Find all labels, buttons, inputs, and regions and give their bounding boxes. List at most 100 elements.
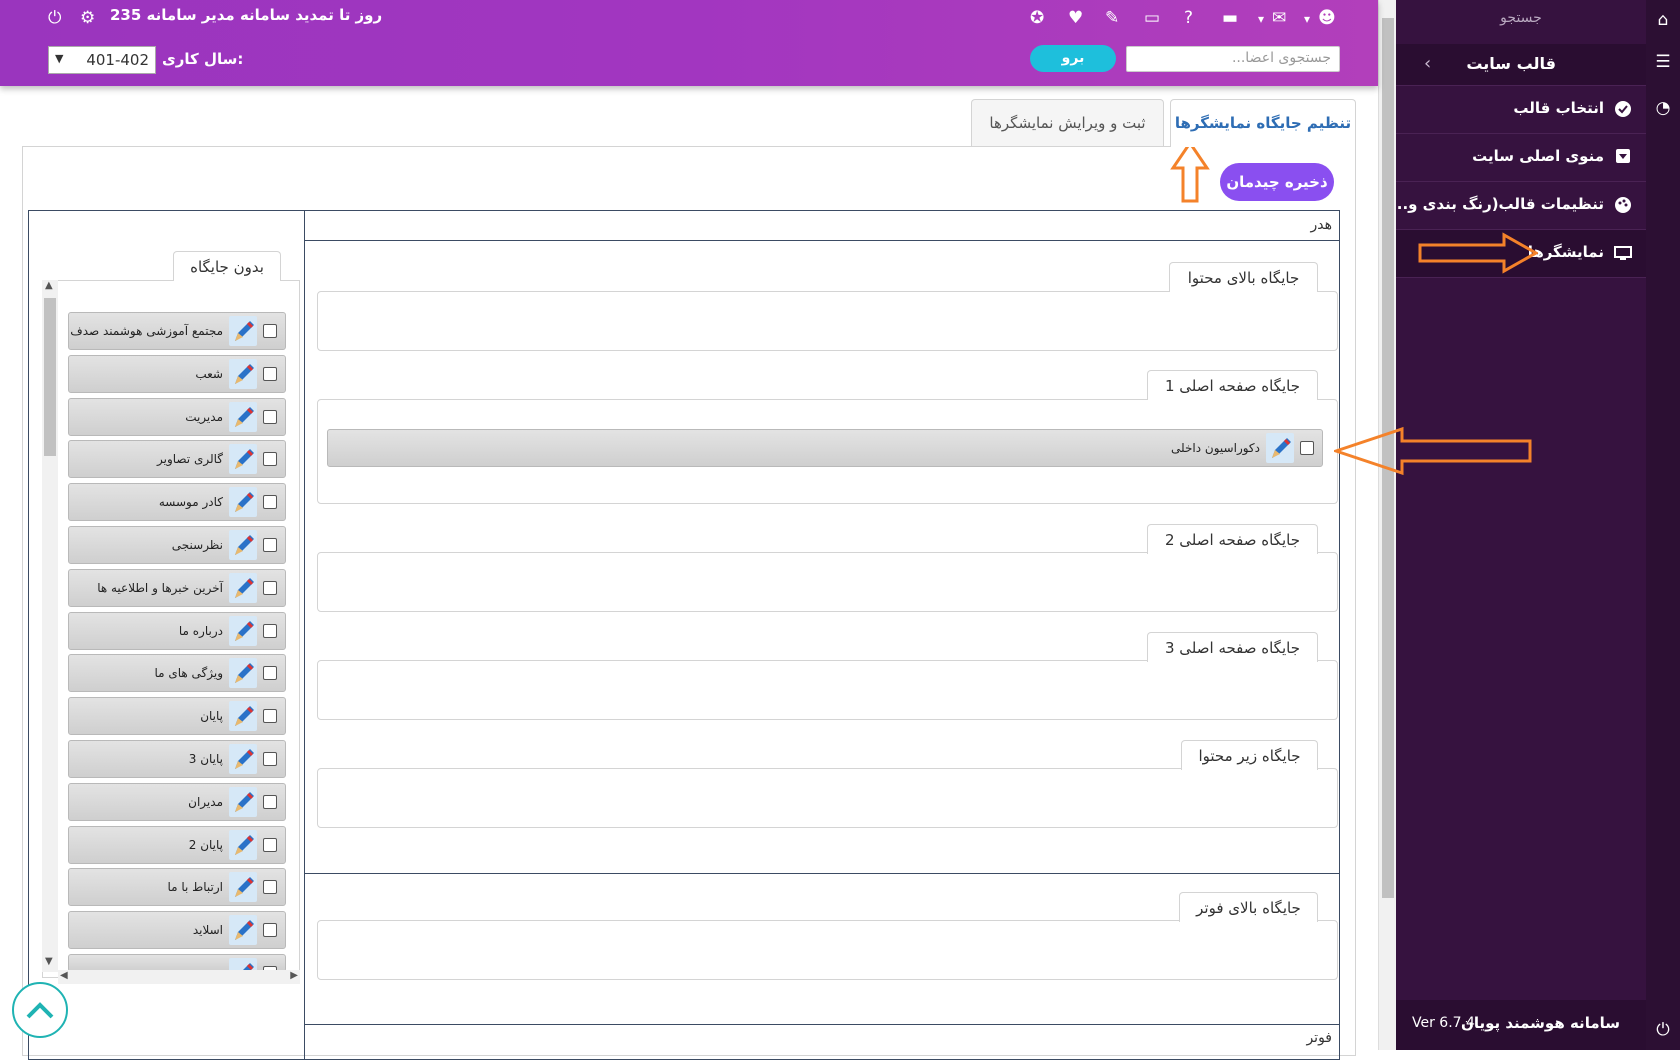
unassigned-widget[interactable]: کادر موسسه bbox=[68, 483, 286, 522]
widget-checkbox[interactable] bbox=[263, 880, 277, 895]
unassigned-hscrollbar[interactable]: ◀ ▶ bbox=[58, 970, 300, 984]
unassigned-scrollbar[interactable]: ▲ ▼ bbox=[42, 280, 58, 972]
pencil-icon[interactable] bbox=[229, 744, 257, 774]
scroll-up-icon[interactable]: ▲ bbox=[45, 280, 53, 291]
slot-tab-above-content: جایگاه بالای محتوا bbox=[1169, 262, 1318, 292]
page-scrollbar[interactable] bbox=[1378, 0, 1396, 1050]
dashboard-icon[interactable]: ◔ bbox=[1646, 98, 1680, 118]
header-band-divider bbox=[304, 240, 1340, 241]
pencil-icon[interactable] bbox=[229, 615, 257, 646]
help-icon[interactable]: ? bbox=[1184, 8, 1193, 28]
widget-checkbox[interactable] bbox=[263, 923, 277, 938]
unassigned-widget[interactable]: گالری تصاویر bbox=[68, 440, 286, 479]
unassigned-widget[interactable]: پایان 3 bbox=[68, 740, 286, 778]
pencil-icon[interactable] bbox=[229, 786, 257, 817]
go-button[interactable]: برو bbox=[1030, 45, 1116, 72]
unassigned-widget[interactable]: اسلاید bbox=[68, 911, 286, 950]
unassigned-tab: بدون جایگاه bbox=[173, 251, 281, 281]
work-year-value: 401-402 bbox=[86, 51, 149, 69]
unassigned-widget[interactable]: مجتمع آموزشی هوشمند صدف bbox=[68, 312, 286, 350]
slot-tab-below-content: جایگاه زیر محتوا bbox=[1181, 740, 1318, 770]
unassigned-widget[interactable]: درباره ما bbox=[68, 611, 286, 650]
scroll-left-icon[interactable]: ◀ bbox=[60, 970, 68, 981]
caret-down-icon[interactable]: ▾ bbox=[1258, 12, 1264, 26]
pencil-icon[interactable] bbox=[229, 530, 257, 560]
pencil-icon[interactable] bbox=[229, 572, 257, 603]
unassigned-widget[interactable]: مدیران bbox=[68, 782, 286, 821]
power-icon[interactable]: ⏻ bbox=[48, 8, 61, 28]
folder-icon[interactable]: ▬ bbox=[1222, 8, 1238, 28]
widget-checkbox[interactable] bbox=[263, 709, 277, 724]
widget-label: ارتباط با ما bbox=[167, 880, 223, 895]
envelope-icon[interactable]: ✉ bbox=[1272, 8, 1286, 28]
slot-above-content[interactable] bbox=[317, 291, 1338, 351]
slot-below-content[interactable] bbox=[317, 768, 1338, 828]
sidebar-item-main-menu[interactable]: منوی اصلی سایت bbox=[1396, 134, 1646, 182]
pencil-icon[interactable] bbox=[1266, 433, 1294, 463]
power-icon[interactable]: ⏻ bbox=[1646, 1020, 1680, 1040]
annotation-arrow-right-icon bbox=[1418, 232, 1538, 274]
widget-checkbox[interactable] bbox=[263, 623, 277, 638]
sidebar-search-label[interactable]: جستجو bbox=[1396, 10, 1646, 26]
slot-above-footer[interactable] bbox=[317, 920, 1338, 980]
sidebar-item-select-template[interactable]: انتخاب قالب bbox=[1396, 86, 1646, 134]
edit-icon[interactable]: ✎ bbox=[1105, 8, 1119, 28]
unassigned-widget[interactable]: ارتباط با ما bbox=[68, 868, 286, 907]
scrollbar-thumb[interactable] bbox=[44, 298, 56, 456]
widget-label: دکوراسیون داخلی bbox=[1171, 441, 1260, 455]
sidebar-section-header[interactable]: قالب سایت ‹ bbox=[1396, 44, 1646, 86]
widget-label: مجتمع آموزشی هوشمند صدف bbox=[70, 324, 223, 338]
slot-home-3[interactable] bbox=[317, 660, 1338, 720]
slot-home-2[interactable] bbox=[317, 552, 1338, 612]
pencil-icon[interactable] bbox=[229, 872, 257, 903]
slot-tab-home-2: جایگاه صفحه اصلی 2 bbox=[1147, 524, 1318, 554]
back-to-top-button[interactable] bbox=[12, 982, 68, 1038]
widget-checkbox[interactable] bbox=[263, 366, 277, 381]
member-search-input[interactable]: جستجوی اعضا... bbox=[1126, 46, 1340, 72]
widget-interior-decoration[interactable]: دکوراسیون داخلی bbox=[327, 429, 1323, 467]
unassigned-widget[interactable]: پایان bbox=[68, 697, 286, 736]
unassigned-widget[interactable]: شعب bbox=[68, 354, 286, 393]
unassigned-widget[interactable]: ویژگی های ما bbox=[68, 654, 286, 693]
unassigned-widget[interactable]: مدیریت bbox=[68, 397, 286, 436]
user-group-icon[interactable]: ☻ bbox=[1318, 8, 1336, 28]
unassigned-widget[interactable]: پایان 2 bbox=[68, 825, 286, 864]
work-year-select[interactable]: 401-402 ▼ bbox=[48, 46, 156, 74]
widget-checkbox[interactable] bbox=[263, 752, 277, 766]
unassigned-widget[interactable]: آخرین خبرها و اطلاعیه ها bbox=[68, 568, 286, 607]
widget-checkbox[interactable] bbox=[263, 409, 277, 424]
scroll-down-icon[interactable]: ▼ bbox=[45, 956, 53, 967]
pencil-icon[interactable] bbox=[229, 401, 257, 432]
widget-checkbox[interactable] bbox=[263, 452, 277, 467]
sidebar-item-template-settings[interactable]: تنظیمات قالب(رنگ بندی و...) bbox=[1384, 182, 1646, 230]
widget-checkbox[interactable] bbox=[1300, 441, 1314, 455]
pencil-icon[interactable] bbox=[229, 444, 257, 475]
pencil-icon[interactable] bbox=[229, 358, 257, 389]
tab-displays-edit[interactable]: ثبت و ویرایش نمایشگرها bbox=[971, 99, 1164, 146]
caret-down-icon[interactable]: ▾ bbox=[1304, 12, 1310, 26]
widget-checkbox[interactable] bbox=[263, 495, 277, 510]
ticket-icon[interactable]: ▭ bbox=[1144, 8, 1160, 28]
save-layout-button[interactable]: ذخیره چیدمان bbox=[1220, 163, 1334, 201]
widget-checkbox[interactable] bbox=[263, 580, 277, 595]
scroll-right-icon[interactable]: ▶ bbox=[290, 970, 298, 981]
pencil-icon[interactable] bbox=[229, 316, 257, 346]
gears-icon[interactable]: ⚙ bbox=[80, 8, 95, 28]
heartbeat-icon[interactable]: ♥ bbox=[1068, 8, 1083, 28]
widget-checkbox[interactable] bbox=[263, 837, 277, 852]
widget-checkbox[interactable] bbox=[263, 794, 277, 809]
home-icon[interactable]: ⌂ bbox=[1646, 10, 1680, 30]
widget-checkbox[interactable] bbox=[263, 324, 277, 338]
pencil-icon[interactable] bbox=[229, 701, 257, 732]
tab-displays-placement[interactable]: تنظیم جایگاه نمایشگرها bbox=[1170, 99, 1356, 147]
pencil-icon[interactable] bbox=[229, 487, 257, 518]
widget-checkbox[interactable] bbox=[263, 538, 277, 552]
pencil-icon[interactable] bbox=[229, 915, 257, 946]
pencil-icon[interactable] bbox=[229, 829, 257, 860]
menu-icon[interactable]: ☰ bbox=[1646, 52, 1680, 72]
medal-icon[interactable]: ✪ bbox=[1030, 8, 1044, 28]
widget-checkbox[interactable] bbox=[263, 666, 277, 681]
pencil-icon[interactable] bbox=[229, 658, 257, 689]
unassigned-widget[interactable]: نظرسنجی bbox=[68, 526, 286, 564]
monitor-icon bbox=[1614, 244, 1632, 262]
